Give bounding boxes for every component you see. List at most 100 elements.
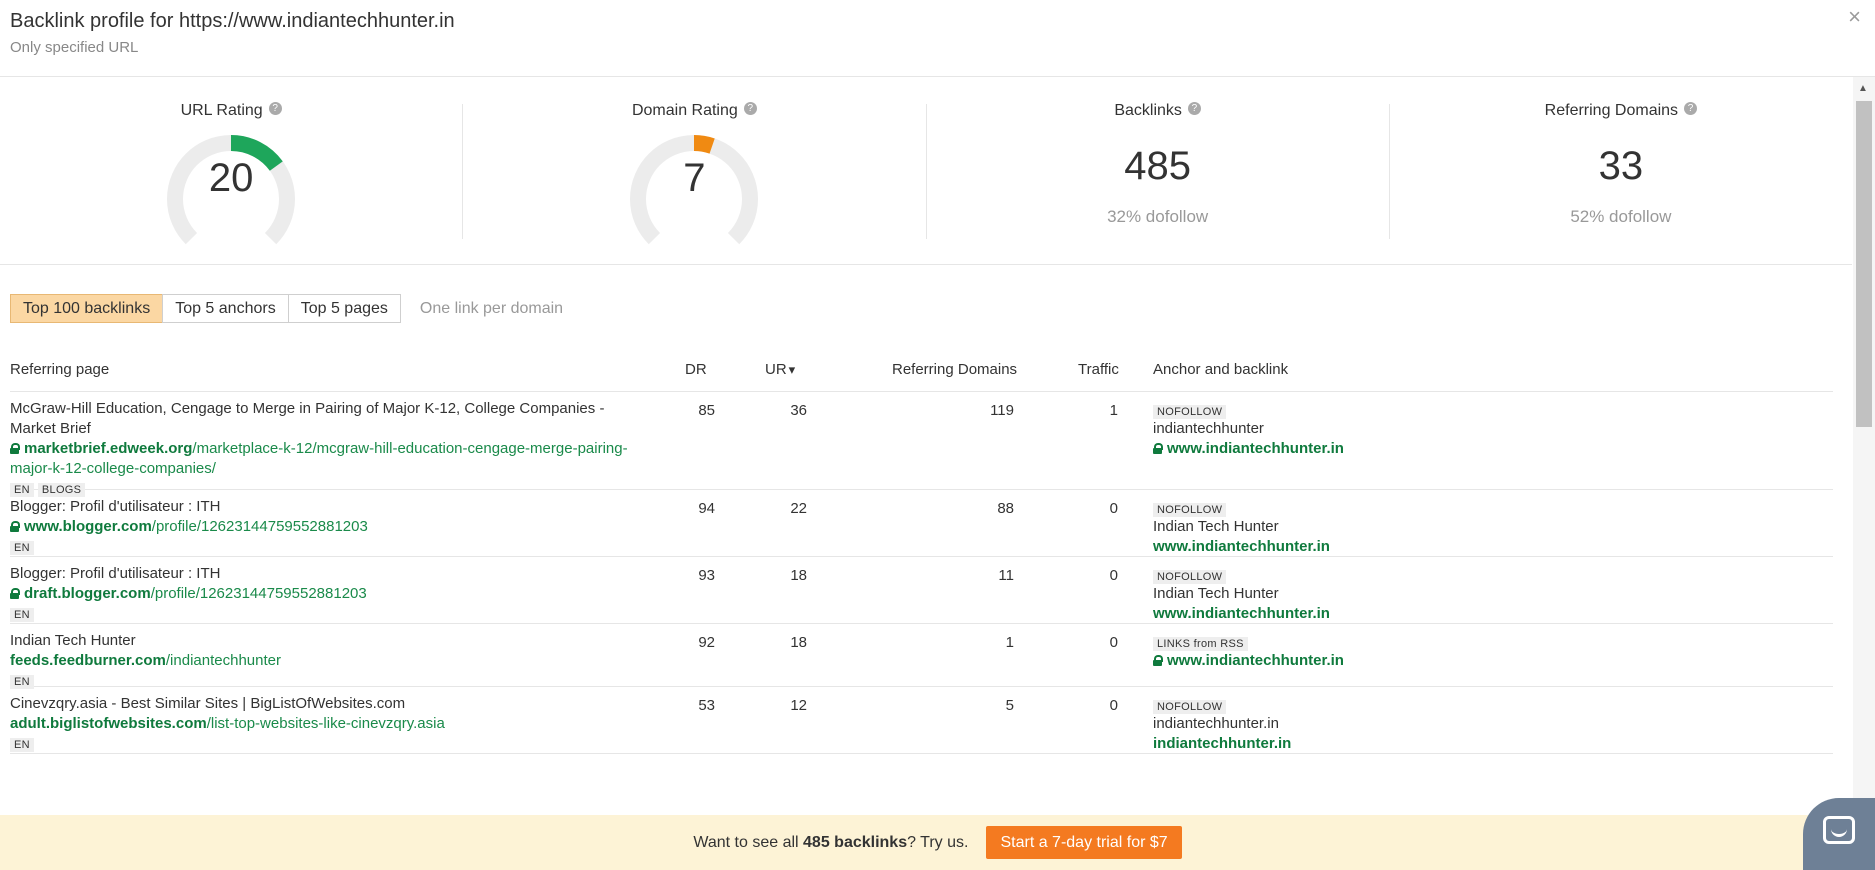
referring-page-cell: Blogger: Profil d'utilisateur : ITH draft… [10, 564, 650, 622]
referring-domains-cell: 88 [997, 500, 1014, 517]
help-icon[interactable]: ? [268, 102, 282, 115]
dr-cell: 85 [698, 402, 715, 419]
anchor-cell: LINKS from RSS www.indiantechhunter.in [1153, 634, 1813, 671]
link-type-tag: NOFOLLOW [1153, 570, 1227, 584]
backlink-url[interactable]: www.indiantechhunter.in [1153, 537, 1813, 557]
column-ur[interactable]: UR ▾ [765, 361, 795, 378]
sort-desc-icon: ▾ [788, 362, 796, 377]
referring-page-title: Indian Tech Hunter [10, 632, 136, 649]
column-traffic[interactable]: Traffic [1078, 361, 1119, 378]
link-type-tag: NOFOLLOW [1153, 405, 1227, 419]
tab-top-backlinks[interactable]: Top 100 backlinks [10, 294, 164, 323]
dr-cell: 53 [698, 697, 715, 714]
backlink-url[interactable]: www.indiantechhunter.in [1153, 651, 1813, 671]
lock-icon [10, 588, 20, 599]
referring-page-link[interactable]: adult.biglistofwebsites.com/list-top-web… [10, 714, 650, 734]
backlinks-label: Backlinks [1114, 102, 1182, 119]
table-row: Blogger: Profil d'utilisateur : ITH www.b… [10, 490, 1833, 557]
ur-cell: 18 [790, 634, 807, 651]
backlink-url[interactable]: www.indiantechhunter.in [1153, 604, 1813, 624]
gauge-fill [694, 135, 716, 154]
anchor-text: indiantechhunter.in [1153, 715, 1279, 732]
referring-domains-value: 33 [1598, 144, 1644, 188]
referring-page-link[interactable]: www.blogger.com/profile/1262314475955288… [10, 517, 650, 537]
page-title: Backlink profile for https://www.indiant… [10, 10, 455, 32]
backlinks-table: Referring page DR UR ▾ Referring Domains … [10, 350, 1833, 754]
referring-page-cell: McGraw-Hill Education, Cengage to Merge … [10, 399, 650, 497]
backlink-url[interactable]: indiantechhunter.in [1153, 734, 1813, 754]
close-icon[interactable]: × [1848, 4, 1861, 30]
referring-domains-cell: 11 [998, 567, 1014, 584]
table-row: Indian Tech Hunter feeds.feedburner.com/i… [10, 624, 1833, 689]
lock-icon [1153, 655, 1163, 666]
tabs-row: Top 100 backlinks Top 5 anchors Top 5 pa… [10, 294, 563, 323]
backlinks-dofollow: 32% dofollow [1107, 207, 1209, 226]
scroll-thumb[interactable] [1856, 101, 1872, 427]
table-body: McGraw-Hill Education, Cengage to Merge … [10, 392, 1833, 754]
referring-page-title: Cinevzqry.asia - Best Similar Sites | Bi… [10, 695, 406, 712]
scroll-up-arrow-icon[interactable]: ▲ [1858, 83, 1868, 94]
dr-cell: 93 [698, 567, 715, 584]
one-link-per-domain-toggle[interactable]: One link per domain [420, 300, 563, 318]
chat-widget-button[interactable] [1803, 798, 1875, 870]
domain-rating-label: Domain Rating [631, 102, 738, 119]
anchor-text: indiantechhunter [1153, 420, 1264, 437]
anchor-cell: NOFOLLOW indiantechhunter.in indiantechhun… [1153, 697, 1813, 754]
column-dr[interactable]: DR [685, 361, 707, 378]
table-row: Cinevzqry.asia - Best Similar Sites | Bi… [10, 687, 1833, 754]
column-referring-domains[interactable]: Referring Domains [892, 361, 1017, 378]
link-type-tag: NOFOLLOW [1153, 700, 1227, 714]
traffic-cell: 1 [1109, 402, 1118, 419]
traffic-cell: 0 [1109, 567, 1118, 584]
tab-top-pages[interactable]: Top 5 pages [287, 294, 401, 323]
anchor-text: Indian Tech Hunter [1153, 585, 1279, 602]
referring-domains-label: Referring Domains [1544, 102, 1679, 119]
referring-domains-cell: 119 [990, 402, 1014, 419]
lock-icon [10, 443, 20, 454]
traffic-cell: 0 [1109, 500, 1118, 517]
anchor-cell: NOFOLLOW indiantechhunter www.indiantechhu… [1153, 402, 1813, 459]
referring-page-link[interactable]: marketbrief.edweek.org/marketplace-k-12/… [10, 439, 650, 479]
table-row: Blogger: Profil d'utilisateur : ITH draft… [10, 557, 1833, 624]
domain-rating-gauge: 7 [621, 126, 767, 272]
metric-referring-domains: Referring Domains? 33 52% dofollow [1390, 102, 1852, 239]
metrics-panel: URL Rating? 20 Domain Rating? 7 Backlink… [0, 77, 1852, 265]
domain-rating-value: 7 [683, 156, 706, 200]
language-tag: EN [10, 541, 34, 555]
lock-icon [10, 521, 20, 532]
help-icon[interactable]: ? [1684, 102, 1698, 115]
metric-backlinks: Backlinks? 485 32% dofollow [927, 102, 1390, 239]
referring-page-title: Blogger: Profil d'utilisateur : ITH [10, 498, 221, 515]
referring-page-link[interactable]: draft.blogger.com/profile/12623144759552… [10, 584, 650, 604]
metric-domain-rating: Domain Rating? 7 [463, 102, 927, 245]
lock-icon [1153, 443, 1163, 454]
referring-page-cell: Blogger: Profil d'utilisateur : ITH www.b… [10, 497, 650, 555]
tab-top-anchors[interactable]: Top 5 anchors [162, 294, 289, 323]
referring-page-link[interactable]: feeds.feedburner.com/indiantechhunter [10, 651, 650, 671]
referring-domains-dofollow: 52% dofollow [1570, 207, 1672, 226]
traffic-cell: 0 [1109, 634, 1118, 651]
backlink-url[interactable]: www.indiantechhunter.in [1153, 439, 1813, 459]
column-referring-page[interactable]: Referring page [10, 361, 109, 378]
referring-page-title: McGraw-Hill Education, Cengage to Merge … [10, 400, 605, 437]
scrollbar[interactable]: ▲ ▼ [1853, 77, 1875, 817]
ur-cell: 36 [790, 402, 807, 419]
table-header: Referring page DR UR ▾ Referring Domains … [10, 350, 1833, 392]
url-rating-value: 20 [208, 156, 254, 200]
help-icon[interactable]: ? [1187, 102, 1201, 115]
help-icon[interactable]: ? [743, 102, 757, 115]
table-row: McGraw-Hill Education, Cengage to Merge … [10, 392, 1833, 497]
start-trial-button[interactable]: Start a 7-day trial for $7 [986, 826, 1182, 859]
column-anchor[interactable]: Anchor and backlink [1153, 361, 1288, 378]
link-type-tag: LINKS from RSS [1153, 637, 1248, 651]
url-rating-label: URL Rating [180, 102, 263, 119]
link-type-tag: NOFOLLOW [1153, 503, 1227, 517]
traffic-cell: 0 [1109, 697, 1118, 714]
ur-cell: 18 [790, 567, 807, 584]
page-subtitle: Only specified URL [10, 39, 139, 56]
backlinks-value: 485 [1124, 144, 1191, 188]
language-tag: EN [10, 608, 34, 622]
referring-page-cell: Cinevzqry.asia - Best Similar Sites | Bi… [10, 694, 650, 752]
language-tag: EN [10, 738, 34, 752]
referring-domains-cell: 5 [1005, 697, 1014, 714]
